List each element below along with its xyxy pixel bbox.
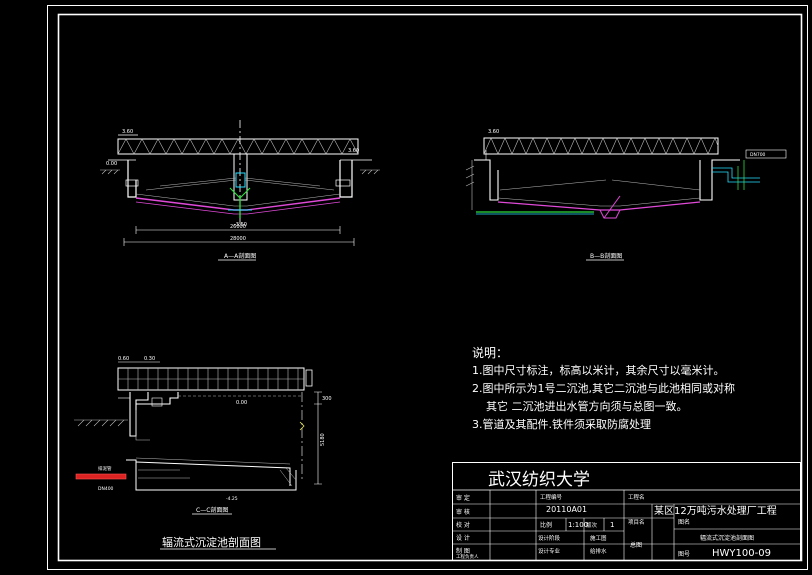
section-c: 0.60 0.30 0.00 300 5180 排泥管 DN400 -4.25 … [74, 356, 332, 550]
c-top-right-level: 0.30 [144, 356, 155, 362]
label-item: 项目名 [628, 518, 645, 526]
b-pipe-label: DN700 [750, 152, 766, 158]
b-bridge-truss [483, 137, 719, 155]
c-bottom-level: -4.25 [226, 496, 238, 502]
c-level: 0.00 [236, 400, 247, 406]
project-name: 某区12万吨污水处理厂工程 [654, 504, 777, 517]
b-top-level: 3.60 [488, 129, 499, 135]
notes-heading: 说明： [472, 345, 508, 360]
c-top-left-level: 0.60 [118, 356, 129, 362]
label-audit: 审 定 [456, 494, 470, 502]
label-design-major: 设计专业 [538, 547, 561, 555]
title-block: 武汉纺织大学 审 定 审 核 校 对 设 计 制 图 工程编号 20110A01… [452, 462, 801, 561]
label-project-lead: 工程负责人 [456, 553, 479, 560]
c-dim-300: 300 [322, 396, 332, 402]
item-value: 总图 [630, 541, 642, 549]
school-name: 武汉纺织大学 [488, 470, 590, 490]
label-design: 设 计 [456, 534, 470, 542]
label-review: 审 核 [456, 508, 470, 516]
drawing-name: 辐流式沉淀池剖面图 [700, 534, 754, 542]
section-b: 3.60 DN700 B—B剖面图 [465, 129, 787, 261]
label-scale: 比例 [540, 521, 552, 529]
label-design-stage: 设计阶段 [538, 534, 561, 542]
label-project-no: 工程编号 [540, 493, 563, 501]
design-major: 给排水 [590, 547, 607, 555]
label-version: 版次 [586, 521, 598, 529]
a-dim-inner: 26000 [230, 224, 246, 230]
notes-line-2b: 其它 二沉池进出水管方向须与总图一致。 [486, 399, 688, 413]
notes-line-2a: 2.图中所示为1号二沉池,其它二沉池与此池相同或对称 [472, 381, 735, 395]
a-top-right-level: 3.60 [348, 148, 359, 154]
notes: 说明： 1.图中尺寸标注，标高以米计，其余尺寸以毫米计。 2.图中所示为1号二沉… [472, 345, 735, 431]
c-dim-depth: 5180 [320, 433, 326, 446]
a-section-label: A—A剖面图 [224, 252, 256, 260]
inner-frame [57, 13, 803, 562]
drawing-main-title: 辐流式沉淀池剖面图 [162, 535, 261, 549]
label-drawing-no: 图号 [678, 551, 690, 558]
cad-drawing: 3.60 3.60 0.00 -3.50 28000 26000 A—A剖面图 [47, 5, 808, 570]
project-no: 20110A01 [546, 505, 587, 514]
notes-line-1: 1.图中尺寸标注，标高以米计，其余尺寸以毫米计。 [472, 363, 725, 377]
version-value: 1 [610, 521, 614, 529]
design-stage: 施工图 [590, 534, 607, 542]
label-check: 校 对 [456, 521, 470, 529]
label-drawing-name: 图名 [678, 518, 690, 526]
b-section-label: B—B剖面图 [590, 252, 622, 260]
label-project-name: 工程名 [628, 493, 645, 501]
a-dim-total: 28000 [230, 236, 246, 242]
c-pipe-size: DN400 [98, 486, 114, 492]
section-a: 3.60 3.60 0.00 -3.50 28000 26000 A—A剖面图 [100, 120, 380, 261]
label-drawing: 制 图 [456, 547, 470, 555]
drawing-no: HWY100-09 [712, 548, 771, 559]
c-pipe-label: 排泥管 [98, 465, 112, 472]
c-sludge-pipe [75, 473, 127, 480]
a-top-left-level: 3.60 [122, 129, 133, 135]
c-section-label: C—C剖面图 [196, 506, 228, 514]
outer-frame [47, 5, 808, 570]
a-left-level: 0.00 [106, 161, 117, 167]
notes-line-3: 3.管道及其配件.铁件须采取防腐处理 [472, 417, 651, 431]
